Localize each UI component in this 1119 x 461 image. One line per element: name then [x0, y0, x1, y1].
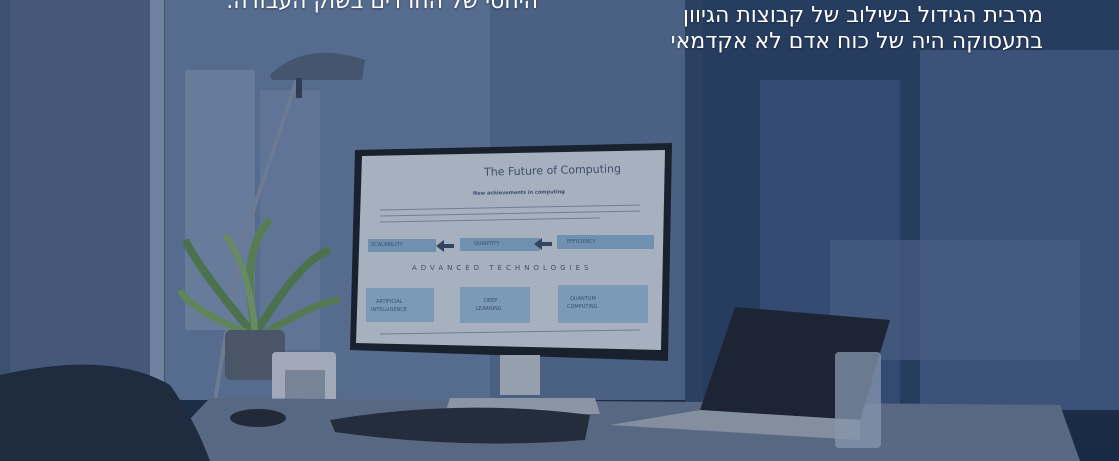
window-frame-left	[150, 0, 164, 400]
caption-right: מרבית הגידול בשילוב של קבוצות הגיוון בתע…	[671, 3, 1043, 55]
flow-label-1: SCALABILITY	[371, 242, 403, 248]
tech-box-2	[460, 287, 530, 323]
mouse	[230, 409, 286, 427]
flow-label-2: QUANTITY	[474, 241, 500, 247]
office-desk-photo: The Future of Computing New achievements…	[0, 0, 1119, 461]
tech-box-1-line1: QUANTUM	[570, 296, 596, 302]
water-glass	[835, 352, 881, 448]
flow-label-3: EFFICIENCY	[567, 239, 596, 245]
left-wall-panel	[10, 0, 150, 380]
flow-box-2	[460, 238, 540, 251]
tech-box-2-line1: DEEP	[484, 298, 498, 304]
tech-box-1-line2: COMPUTING	[567, 304, 598, 310]
tech-box-3-line1: ARTIFICIAL	[376, 299, 403, 305]
caption-left-line2: היחסי של החרדים בשוק העבודה.	[226, 0, 538, 14]
lamp-neck	[296, 78, 302, 98]
caption-right-line2: בתעסוקה היה של כוח אדם לא אקדמאי	[670, 29, 1043, 54]
tech-box-2-line2: LEARNING	[476, 306, 502, 312]
tech-box-3-line2: INTELLIGENCE	[371, 307, 407, 313]
window-frame	[685, 0, 703, 410]
caption-left: היחסי של החרדים בשוק העבודה.	[226, 0, 538, 15]
caption-right-line1: מרבית הגידול בשילוב של קבוצות הגיוון	[683, 3, 1043, 28]
tech-box-1	[366, 288, 434, 322]
section-heading: ADVANCED TECHNOLOGIES	[412, 264, 593, 272]
office-scene-illustration	[0, 0, 1119, 461]
